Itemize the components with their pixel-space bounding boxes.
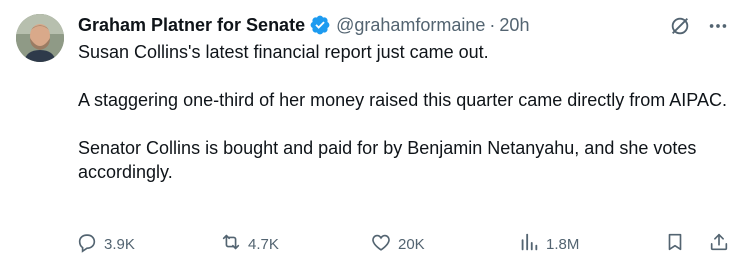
- avatar[interactable]: [16, 14, 64, 62]
- handle[interactable]: @grahamformaine: [336, 12, 485, 38]
- grok-icon[interactable]: [668, 14, 692, 38]
- like-icon: [370, 231, 392, 257]
- like-count: 20K: [398, 235, 425, 253]
- views-button[interactable]: 1.8M: [518, 231, 579, 257]
- separator-dot: ·: [489, 15, 496, 35]
- bookmark-icon: [664, 231, 686, 257]
- repost-count: 4.7K: [248, 235, 279, 253]
- display-name[interactable]: Graham Platner for Senate: [78, 12, 305, 38]
- verified-badge-icon: [309, 14, 331, 36]
- tweet-text: Susan Collins's latest financial report …: [78, 40, 728, 184]
- tweet-content: Graham Platner for Senate @grahamformain…: [78, 12, 732, 184]
- repost-button[interactable]: 4.7K: [220, 231, 279, 257]
- tweet-actions: 3.9K 4.7K 20K 1.8M: [76, 228, 730, 260]
- share-button[interactable]: [708, 231, 730, 257]
- like-button[interactable]: 20K: [370, 231, 425, 257]
- views-count: 1.8M: [546, 235, 580, 253]
- timestamp[interactable]: 20h: [499, 12, 529, 38]
- tweet-paragraph: Senator Collins is bought and paid for b…: [78, 138, 697, 182]
- tweet[interactable]: Graham Platner for Senate @grahamformain…: [0, 0, 750, 273]
- tweet-paragraph: Susan Collins's latest financial report …: [78, 42, 489, 62]
- views-icon: [518, 231, 540, 257]
- reply-count: 3.9K: [104, 235, 135, 253]
- bookmark-button[interactable]: [664, 231, 686, 257]
- reply-icon: [76, 231, 98, 257]
- tweet-paragraph: A staggering one-third of her money rais…: [78, 90, 727, 110]
- tweet-top-actions: [668, 14, 730, 38]
- tweet-header: Graham Platner for Senate @grahamformain…: [78, 12, 732, 38]
- more-icon[interactable]: [706, 14, 730, 38]
- repost-icon: [220, 231, 242, 257]
- share-icon: [708, 231, 730, 257]
- reply-button[interactable]: 3.9K: [76, 231, 135, 257]
